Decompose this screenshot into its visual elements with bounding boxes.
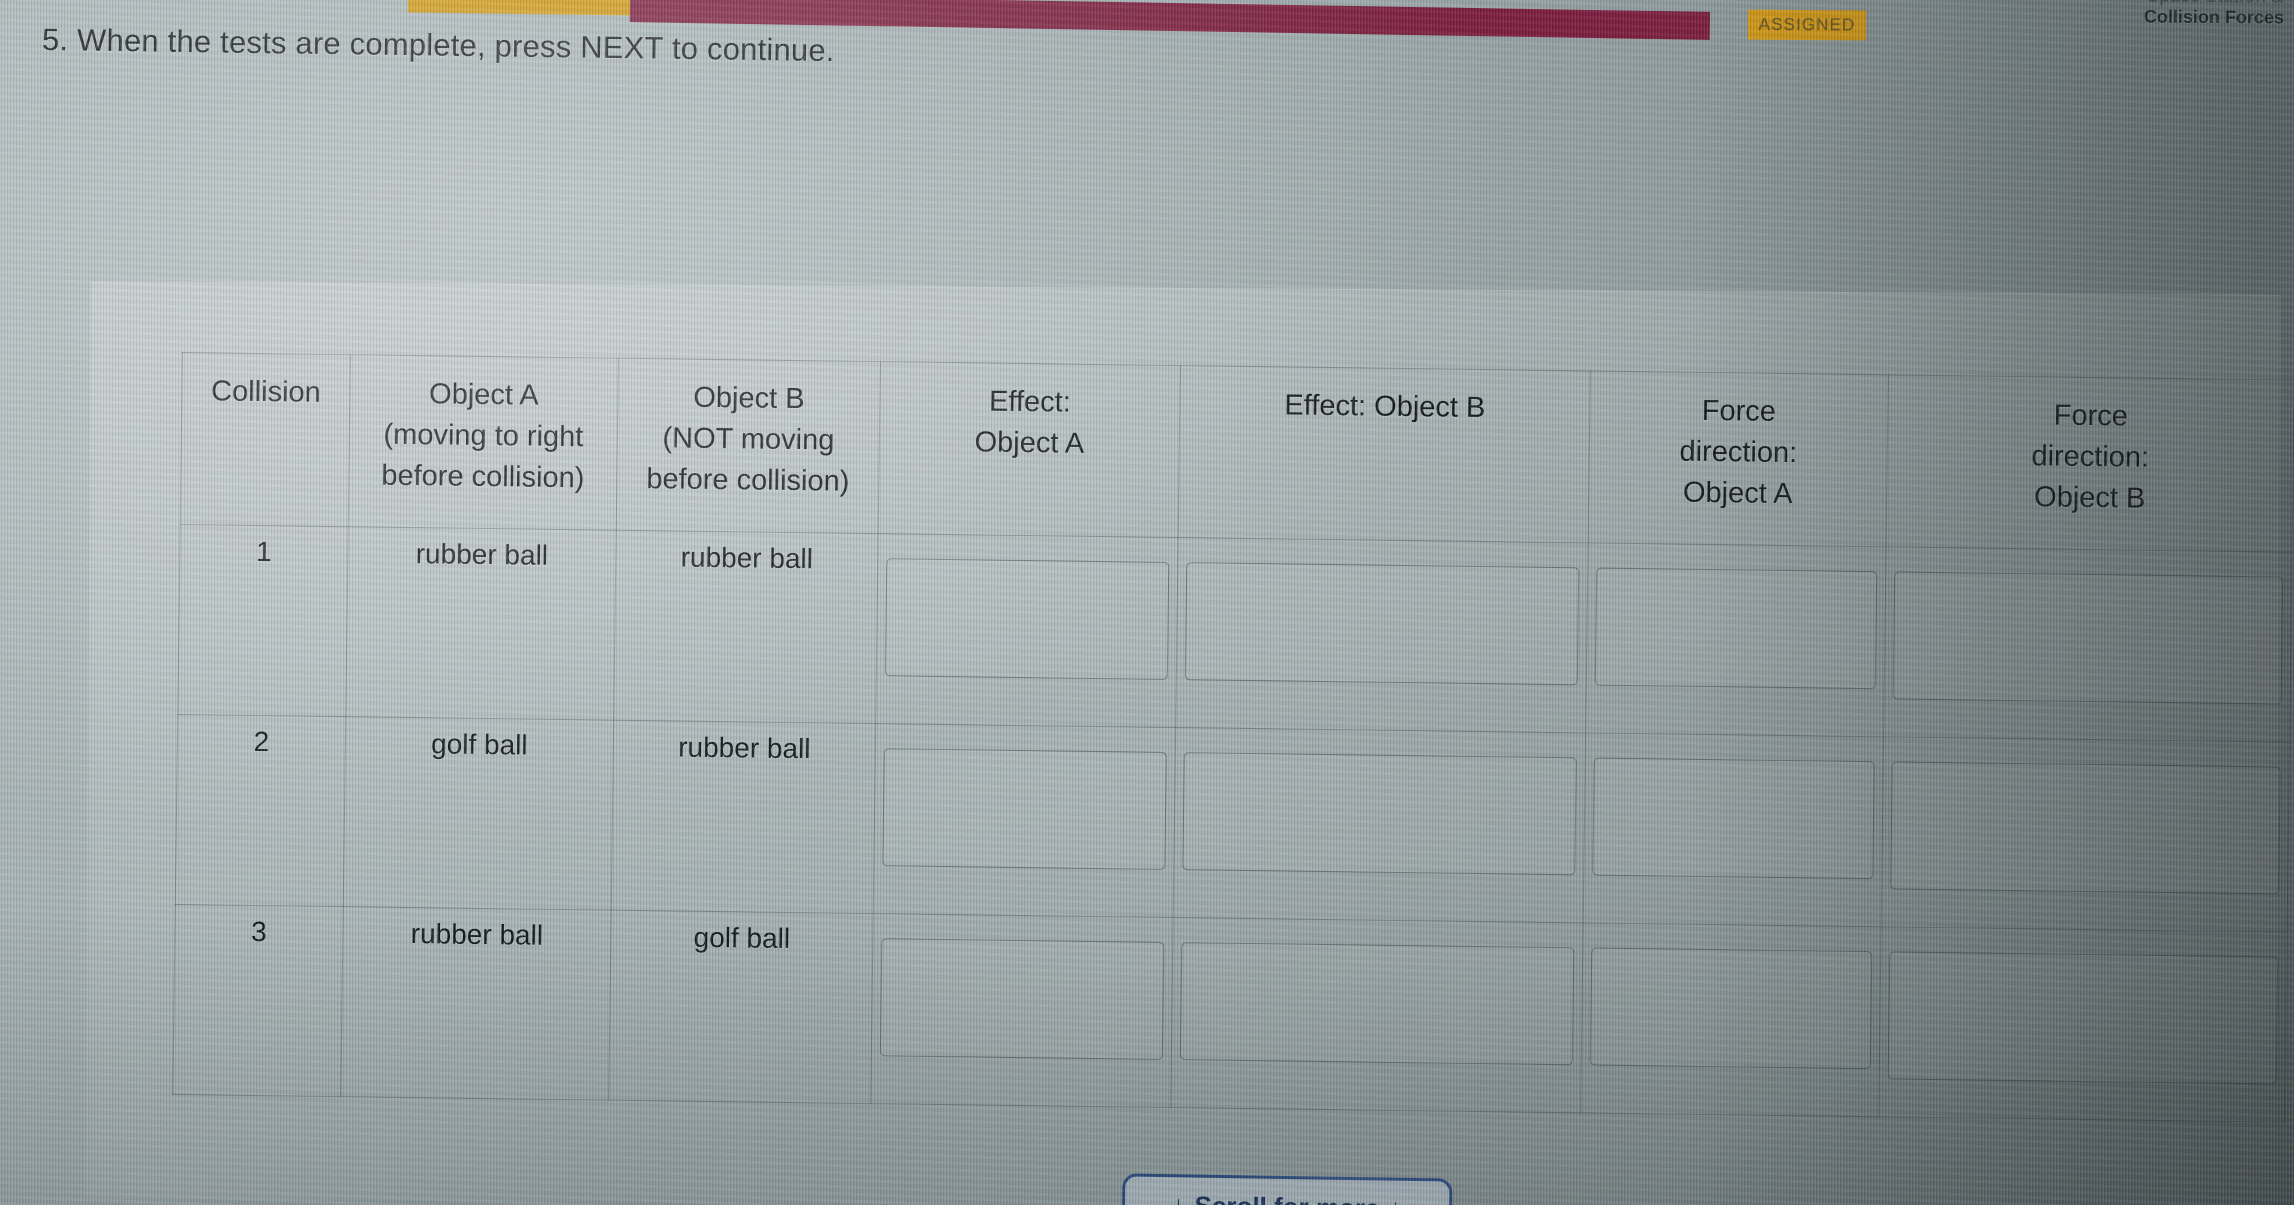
column-header-effect-object-a: Effect: Object A — [878, 361, 1181, 538]
header-sub: (moving to right before collision) — [381, 418, 585, 495]
header-line: Effect: — [988, 385, 1071, 419]
header-line: direction: — [2031, 440, 2150, 474]
force-direction-object-a-input[interactable] — [1589, 947, 1873, 1070]
chevron-down-icon-right: ↓ — [1389, 1195, 1401, 1205]
header-line: Force — [2053, 399, 2129, 433]
cell-force-direction-object-b — [1878, 926, 2288, 1123]
force-direction-object-b-input[interactable] — [1892, 571, 2284, 705]
effect-object-a-input[interactable] — [884, 558, 1170, 680]
cell-effect-object-a — [870, 913, 1174, 1108]
cell-collision-number: 1 — [177, 524, 349, 717]
cell-collision-number: 2 — [175, 714, 346, 907]
column-header-force-direction-object-b: Force direction: Object B — [1886, 374, 2294, 553]
header-line: direction: — [1679, 435, 1798, 470]
column-header-object-a: Object A (moving to right before collisi… — [348, 354, 619, 531]
chevron-down-icon: ↓ — [1172, 1191, 1185, 1205]
header-line: Effect: Object B — [1284, 389, 1486, 425]
status-badge-label: ASSIGNED — [1758, 14, 1856, 35]
cell-effect-object-b — [1173, 727, 1586, 923]
header-line: Object B — [2033, 481, 2146, 516]
cell-collision-number: 3 — [172, 904, 344, 1097]
table-body: 1 rubber ball rubber ball 2 golf ball ru… — [172, 524, 2293, 1123]
worksheet-table-container: Collision Object A (moving to right befo… — [171, 352, 2294, 1205]
scroll-for-more-label: Scroll for more — [1194, 1190, 1379, 1205]
force-direction-object-b-input[interactable] — [1887, 951, 2279, 1085]
effect-object-b-input[interactable] — [1179, 942, 1575, 1066]
header-line: Object A — [974, 426, 1085, 460]
cell-object-a: rubber ball — [340, 906, 612, 1101]
cell-object-a: golf ball — [343, 716, 614, 911]
force-direction-object-b-input[interactable] — [1890, 761, 2281, 895]
cell-effect-object-a — [875, 533, 1179, 728]
effect-object-a-input[interactable] — [882, 748, 1167, 870]
cell-force-direction-object-a — [1585, 542, 1887, 737]
cell-object-b: golf ball — [608, 910, 874, 1104]
status-badge: ASSIGNED — [1747, 9, 1867, 41]
cell-effect-object-b — [1175, 537, 1589, 733]
cell-force-direction-object-b — [1881, 736, 2290, 933]
table-header-row: Collision Object A (moving to right befo… — [180, 352, 2294, 553]
cell-force-direction-object-a — [1580, 922, 1882, 1117]
table-row: 2 golf ball rubber ball — [175, 714, 2290, 933]
lesson-title-upper-cut: Space Station & — [2144, 0, 2284, 7]
effect-object-a-input[interactable] — [879, 938, 1165, 1060]
lesson-title: Collision Forces — [2143, 6, 2284, 28]
scroll-for-more-button[interactable]: ↓ Scroll for more ↓ — [1121, 1173, 1453, 1205]
table-header: Collision Object A (moving to right befo… — [180, 352, 2294, 553]
lesson-title-block: Space Station & Collision Forces — [2144, 0, 2284, 28]
cell-object-b: rubber ball — [613, 530, 879, 724]
header-line: Object B — [693, 381, 805, 416]
header-line: Object A — [1682, 477, 1793, 511]
effect-object-b-input[interactable] — [1184, 562, 1580, 686]
column-header-object-b: Object B (NOT moving before collision) — [616, 358, 881, 534]
effect-object-b-input[interactable] — [1182, 752, 1577, 876]
column-header-effect-object-b: Effect: Object B — [1178, 365, 1591, 543]
cell-force-direction-object-a — [1583, 732, 1884, 927]
header-line: Collision — [210, 375, 321, 409]
cell-effect-object-a — [873, 723, 1176, 918]
force-direction-object-a-input[interactable] — [1592, 757, 1875, 880]
force-direction-object-a-input[interactable] — [1594, 567, 1878, 690]
cell-effect-object-b — [1170, 917, 1584, 1113]
cell-force-direction-object-b — [1883, 546, 2293, 743]
header-line: Object A — [428, 378, 539, 412]
cell-object-b: rubber ball — [611, 720, 876, 914]
table-row: 1 rubber ball rubber ball — [177, 524, 2293, 743]
collision-data-table: Collision Object A (moving to right befo… — [172, 352, 2294, 1123]
column-header-collision: Collision — [180, 352, 351, 527]
photographed-screen: ASSIGNED Space Station & Collision Force… — [0, 0, 2294, 1205]
header-line: Force — [1701, 394, 1777, 428]
header-sub: (NOT moving before collision) — [646, 422, 850, 499]
cell-object-a: rubber ball — [345, 526, 617, 721]
column-header-force-direction-object-a: Force direction: Object A — [1588, 370, 1889, 547]
top-gold-chip — [407, 0, 649, 16]
table-row: 3 rubber ball golf ball — [172, 904, 2288, 1123]
